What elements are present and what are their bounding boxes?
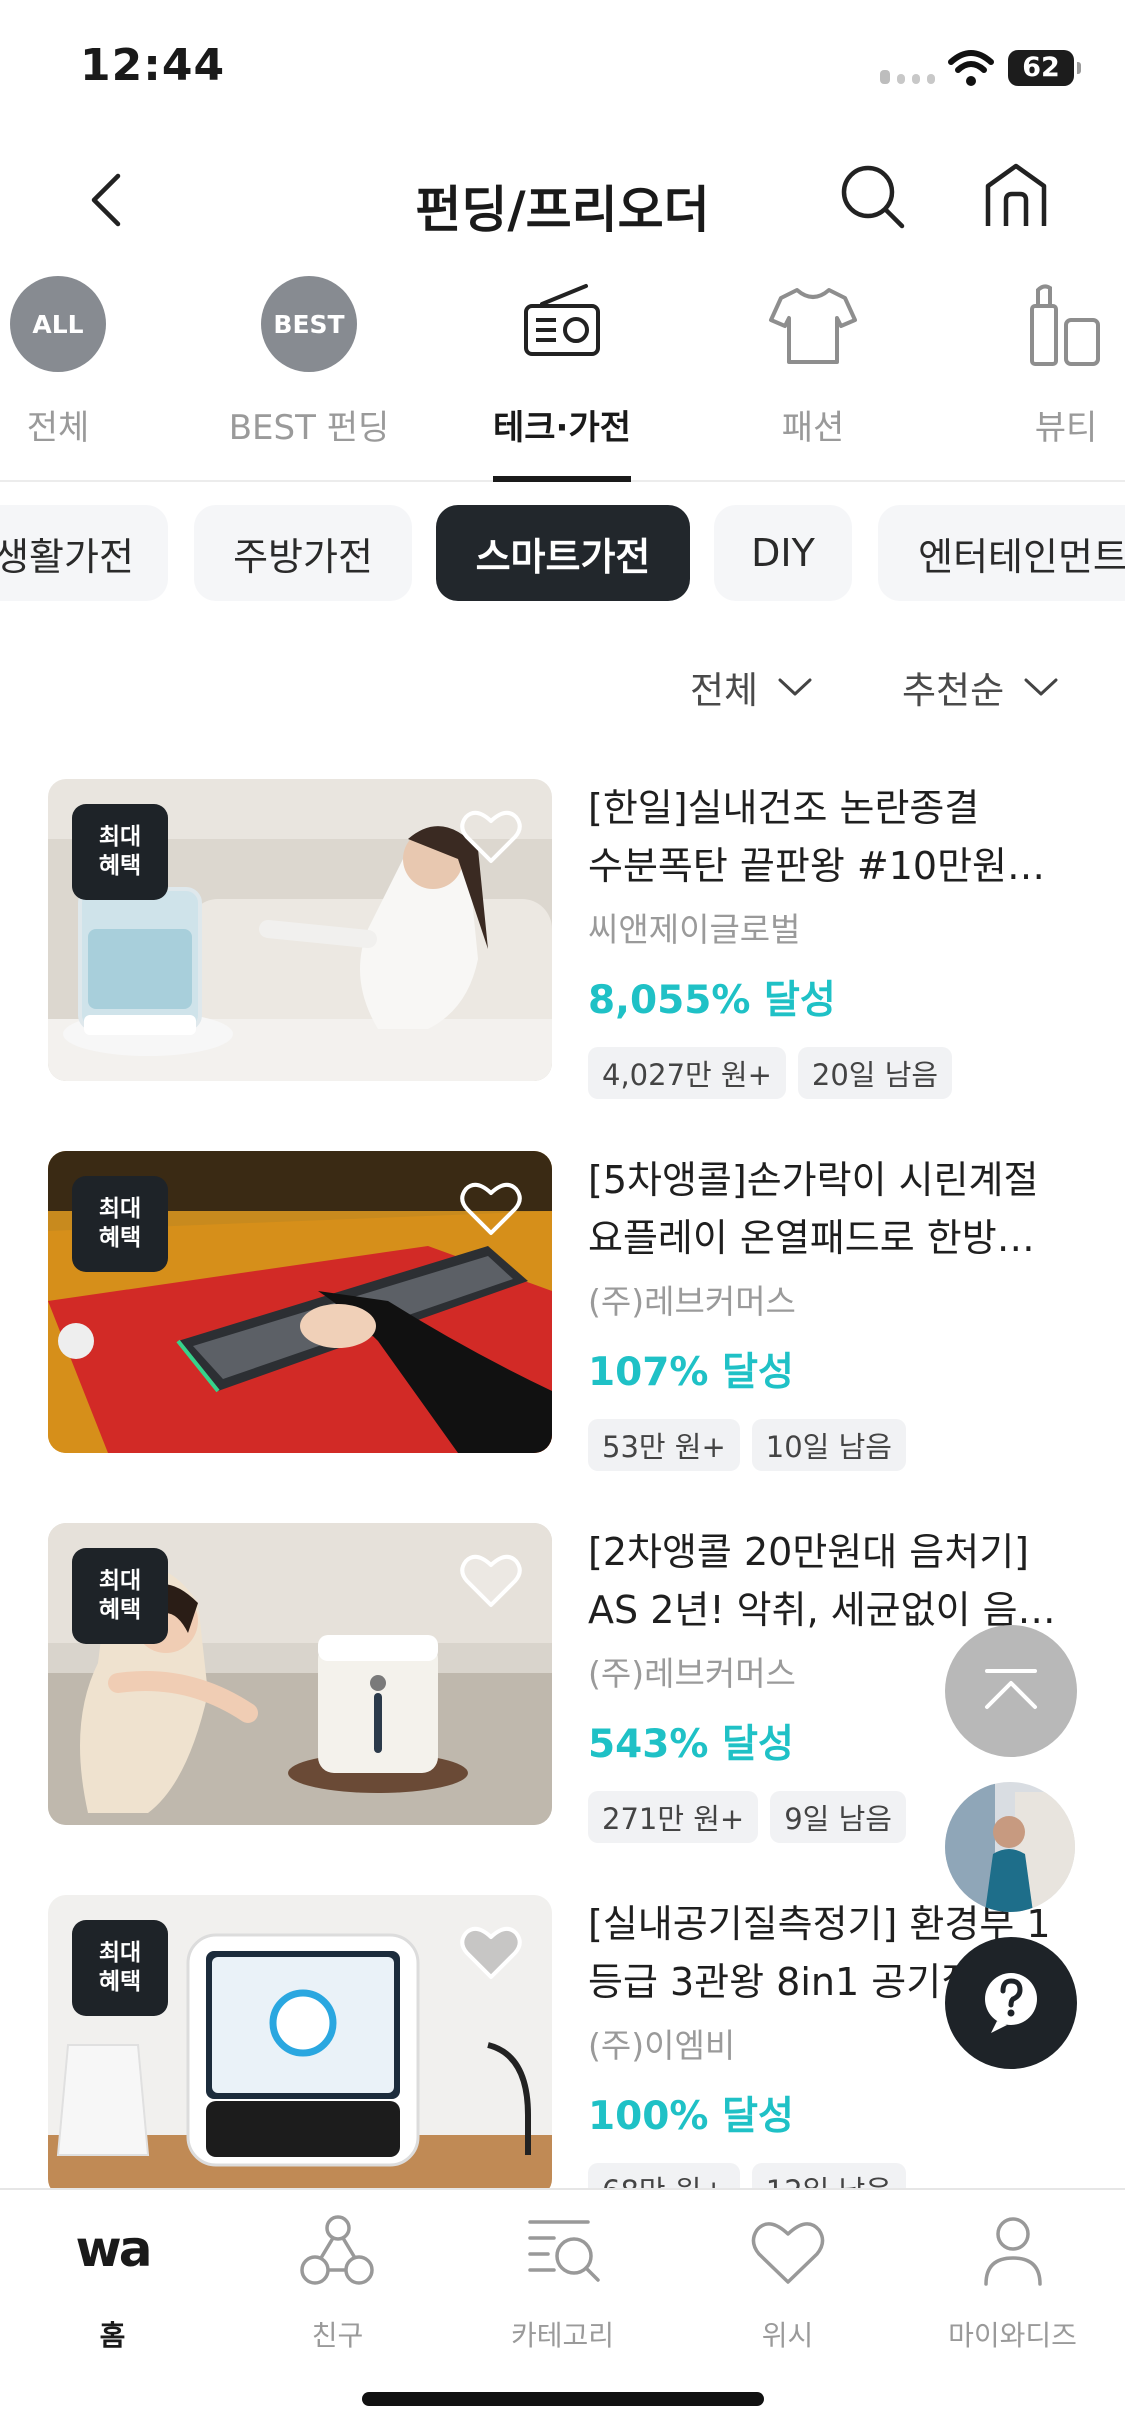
home-indicator [362,2392,764,2406]
product-info: [5차앵콜]손가락이 시린계절 요플레이 온열패드로 한방… (주)레브커머스 … [588,1151,1088,1471]
chevron-up-icon [985,1669,1037,1709]
category-tab-label: 뷰티 [1034,408,1098,448]
category-tab-label: 패션 [781,408,845,448]
product-card[interactable]: 최대 혜택 [실내공기질측정기] 환경부 1 등급 3관왕 8in1 공기질 (주… [48,1895,1078,2215]
category-tab-label: 테크·가전 [492,408,632,448]
filter-bar: 전체 추천순 [0,660,1125,730]
chip-kitchen-appliance[interactable]: 주방가전 [194,505,412,601]
chevron-down-icon [778,678,812,696]
battery-indicator: 62 [1008,50,1081,86]
product-title-line1: [5차앵콜]손가락이 시린계절 [588,1158,1039,1202]
best-icon: BEST [259,276,359,376]
question-icon [985,1973,1037,2033]
nav-label: 카테고리 [510,2319,615,2352]
cosmetics-icon [1030,284,1100,366]
chevron-down-icon [1024,678,1058,696]
header: 펀딩/프리오더 [0,140,1125,260]
all-icon: ALL [8,276,108,376]
product-info: [한일]실내건조 논란종결 수분폭탄 끝판왕 #10만원… 씨앤제이글로벌 8,… [588,779,1088,1099]
status-bar: 12:44 62 [0,0,1125,140]
scroll-to-top-button[interactable] [945,1625,1077,1757]
category-tab-tech[interactable]: 테크·가전 [462,270,662,482]
cellular-signal-icon [880,70,935,84]
sort-dropdown[interactable]: 추천순 [902,660,1058,714]
product-title-line1: [2차앵콜 20만원대 음처기] [588,1530,1029,1574]
heart-icon [751,2222,824,2284]
wish-heart-icon[interactable] [458,807,524,867]
wish-heart-icon[interactable] [458,1179,524,1239]
nav-label: 마이와디즈 [948,2319,1077,2352]
nav-label: 친구 [311,2319,364,2352]
product-achievement-rate: 107% 달성 [588,1350,794,1395]
product-image[interactable]: 최대 혜택 [48,1151,552,1453]
chip-diy[interactable]: DIY [714,505,852,601]
person-icon [983,2217,1042,2286]
floating-promo-avatar[interactable] [945,1782,1075,1912]
status-time: 12:44 [80,40,226,91]
product-achievement-rate: 8,055% 달성 [588,978,836,1023]
product-card[interactable]: 최대 혜택 [2차앵콜 20만원대 음처기] AS 2년! 악취, 세균없이 음…… [48,1523,1078,1843]
subcategory-chips: 생활가전 주방가전 스마트가전 DIY 엔터테인먼트 [0,505,1125,603]
active-tab-underline [493,476,631,482]
funding-amount-tag: 4,027만 원+ [588,1047,786,1099]
product-seller: 씨앤제이글로벌 [588,910,801,949]
nav-wish[interactable]: 위시 [675,2212,900,2352]
sort-label: 추천순 [902,669,1005,712]
category-tabs: ALL 전체 BEST BEST 펀딩 테크·가전 패션 뷰티 [0,270,1125,482]
scope-filter-label: 전체 [690,669,759,712]
friends-icon [299,2215,374,2285]
tshirt-icon [769,288,857,364]
chip-entertainment[interactable]: 엔터테인먼트 [878,505,1125,601]
category-tab-all[interactable]: ALL 전체 [0,270,158,482]
product-achievement-rate: 100% 달성 [588,2094,794,2139]
remaining-days-tag: 20일 남음 [797,1047,953,1099]
product-title-line2: 수분폭탄 끝판왕 #10만원… [588,844,1045,888]
max-benefit-badge: 최대 혜택 [72,1920,168,2016]
page-title: 펀딩/프리오더 [415,181,710,239]
remaining-days-tag: 10일 남음 [751,1419,906,1471]
search-icon[interactable] [838,162,908,232]
nav-label: 위시 [761,2319,814,2352]
product-title-line2: 요플레이 온열패드로 한방… [588,1216,1035,1260]
nav-my-wadiz[interactable]: 마이와디즈 [900,2212,1125,2352]
max-benefit-badge: 최대 혜택 [72,804,168,900]
wadiz-logo: wa [75,2220,153,2278]
scope-filter-dropdown[interactable]: 전체 [690,660,812,714]
help-button[interactable] [945,1937,1077,2069]
wish-heart-icon[interactable] [458,1923,524,1983]
category-tab-label: 전체 [26,408,90,448]
product-image[interactable]: 최대 혜택 [48,779,552,1081]
category-tab-best[interactable]: BEST BEST 펀딩 [209,270,409,482]
category-tab-fashion[interactable]: 패션 [713,270,913,482]
nav-category[interactable]: 카테고리 [450,2212,675,2352]
radio-icon [524,284,600,356]
chip-smart-appliance[interactable]: 스마트가전 [436,505,690,601]
nav-label: 홈 [99,2319,126,2352]
remaining-days-tag: 9일 남음 [770,1791,906,1843]
nav-home[interactable]: wa 홈 [0,2212,225,2352]
product-image[interactable]: 최대 혜택 [48,1523,552,1825]
category-tab-beauty[interactable]: 뷰티 [966,270,1125,482]
wifi-icon [948,50,994,86]
home-icon[interactable] [980,160,1052,232]
nav-friends[interactable]: 친구 [225,2212,450,2352]
funding-amount-tag: 271만 원+ [588,1791,759,1843]
product-image[interactable]: 최대 혜택 [48,1895,552,2197]
product-card[interactable]: 최대 혜택 [5차앵콜]손가락이 시린계절 요플레이 온열패드로 한방… (주)레… [48,1151,1078,1471]
category-tab-label: BEST 펀딩 [228,408,390,448]
funding-amount-tag: 53만 원+ [588,1419,740,1471]
product-card[interactable]: 최대 혜택 [한일]실내건조 논란종결 수분폭탄 끝판왕 #10만원… 씨앤제이글… [48,779,1078,1099]
product-seller: (주)레브커머스 [588,1282,796,1321]
wish-heart-icon[interactable] [458,1551,524,1611]
category-search-icon [527,2220,600,2282]
promo-photo [945,1782,1075,1912]
max-benefit-badge: 최대 혜택 [72,1176,168,1272]
product-title-line1: [한일]실내건조 논란종결 [588,786,980,830]
chip-living-appliance[interactable]: 생활가전 [0,505,168,601]
max-benefit-badge: 최대 혜택 [72,1548,168,1644]
